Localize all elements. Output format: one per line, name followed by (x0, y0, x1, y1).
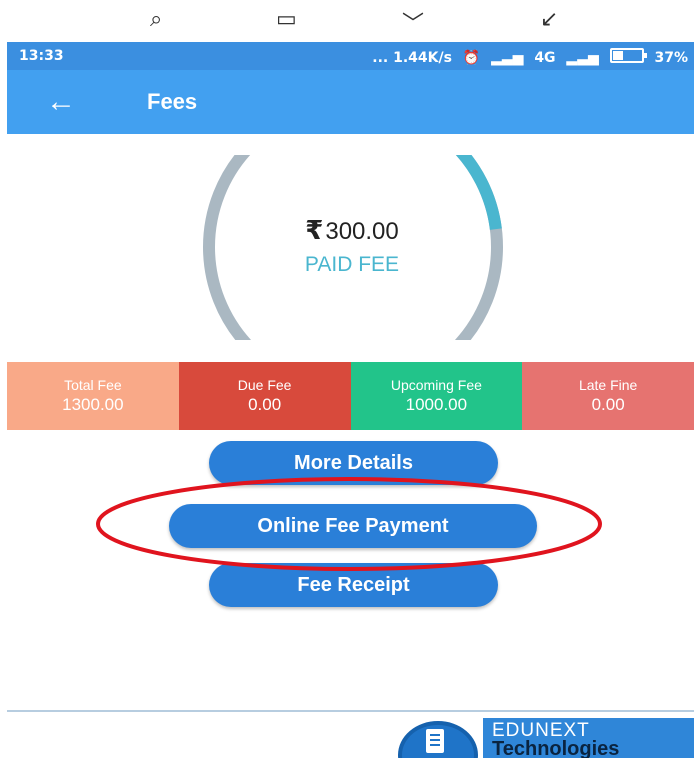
paid-fee-ring (203, 155, 503, 340)
fee-tile-label: Late Fine (578, 377, 638, 393)
battery-icon (609, 48, 647, 63)
back-arrow-icon[interactable]: ← (43, 84, 79, 120)
more-details-button[interactable]: More Details (209, 441, 498, 485)
fee-tile-due[interactable]: Due Fee 0.00 (178, 362, 351, 430)
arrow-down-left-icon: ↙ (540, 6, 559, 31)
fee-tile-total[interactable]: Total Fee 1300.00 (7, 362, 179, 430)
page-title: Fees (147, 89, 198, 114)
fee-tile-label: Total Fee (64, 377, 122, 393)
ring-progress (203, 155, 503, 340)
alarm-icon: ⏰ (462, 50, 481, 66)
search-icon: ⌕ (150, 6, 163, 31)
online-fee-payment-button[interactable]: Online Fee Payment (169, 504, 537, 548)
calendar-icon: ▭ (276, 6, 297, 31)
fee-tile-label: Due Fee (237, 377, 292, 393)
rupee-icon: ₹ (305, 215, 324, 245)
battery-percent: 37% (654, 50, 688, 66)
fee-tile-value: 1300.00 (62, 395, 124, 414)
status-time: 13:33 (19, 48, 64, 64)
app-bar: ← Fees (7, 70, 694, 134)
fee-receipt-button[interactable]: Fee Receipt (209, 563, 498, 607)
fee-tile-late-fine[interactable]: Late Fine 0.00 (522, 362, 694, 430)
document-icon (426, 729, 444, 753)
previous-screen-strip: ⌕ ▭ ﹀ ↙ (0, 0, 694, 42)
fee-summary-row: Total Fee 1300.00 Due Fee 0.00 Upcoming … (7, 362, 694, 430)
paid-fee-label: PAID FEE (304, 253, 400, 276)
paid-amount: ₹300.00 (257, 215, 447, 246)
signal-icon-2: ▂▃▅ (566, 50, 599, 66)
status-bar: 13:33 ... 1.44K/s ⏰ ▂▃▅ 4G ▂▃▅ 37% (7, 42, 694, 70)
chevron-down-icon: ﹀ (402, 11, 425, 36)
fee-tile-value: 0.00 (591, 395, 625, 414)
ring-track (203, 155, 503, 340)
network-speed: ... 1.44K/s (372, 50, 452, 66)
edunext-logo: EDUNEXT Technologies (398, 718, 694, 758)
network-type: 4G (534, 50, 556, 66)
fee-tile-value: 0.00 (248, 395, 282, 414)
fee-tile-label: Upcoming Fee (390, 377, 482, 393)
footer-divider (7, 710, 694, 712)
signal-icon: ▂▃▅ (491, 50, 524, 66)
fee-tile-upcoming[interactable]: Upcoming Fee 1000.00 (350, 362, 523, 430)
fee-tile-value: 1000.00 (405, 395, 468, 414)
logo-line2: Technologies (492, 738, 620, 758)
paid-amount-value: 300.00 (325, 218, 399, 245)
